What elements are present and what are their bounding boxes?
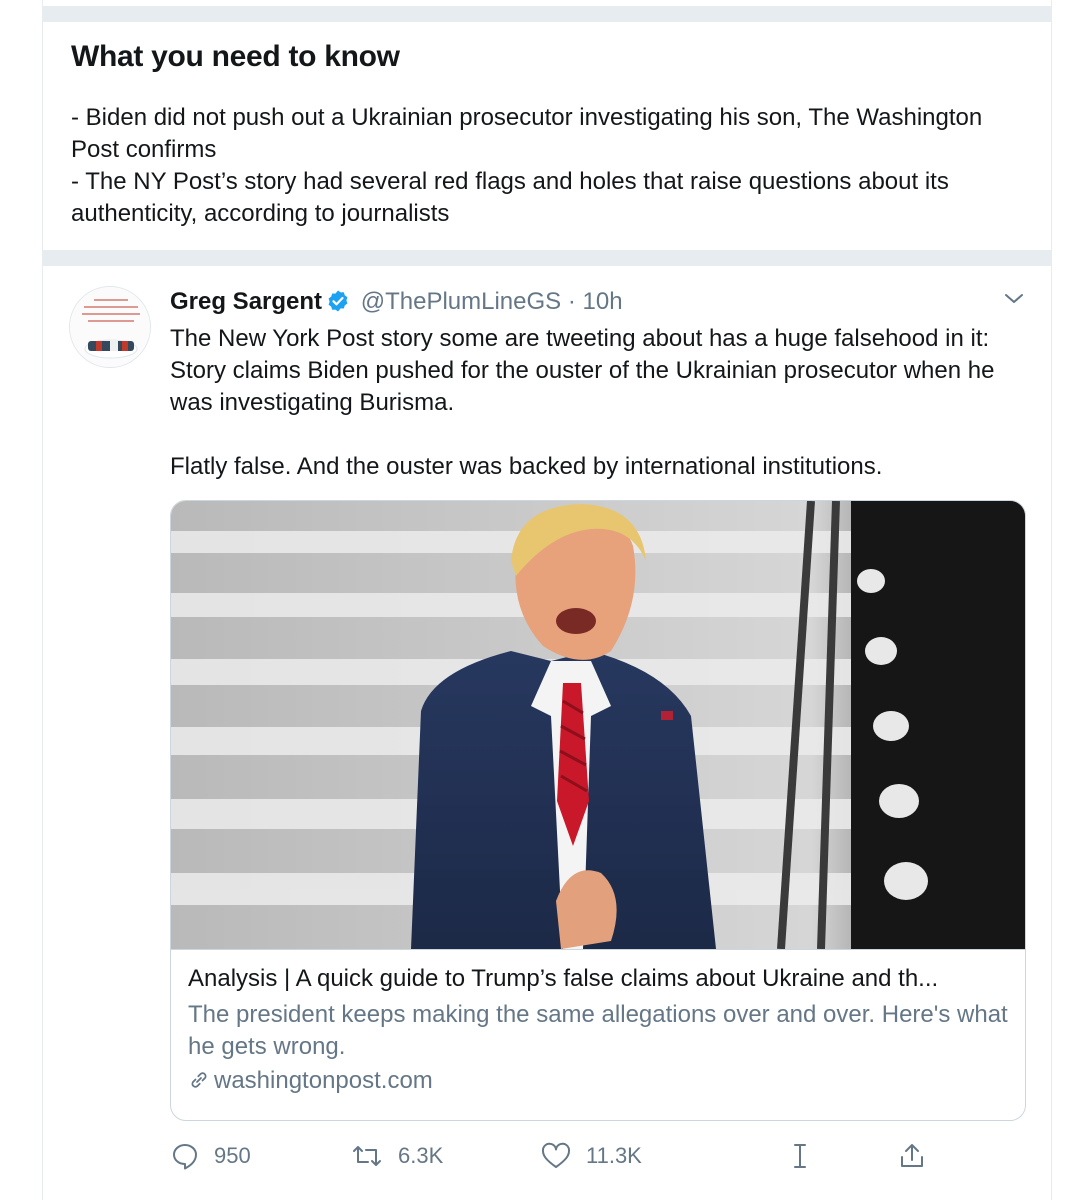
share-icon [901, 1144, 923, 1167]
card-description: The president keeps making the same alle… [188, 1001, 1008, 1060]
context-bullets: - Biden did not push out a Ukrainian pro… [71, 102, 1031, 230]
card-domain: washingtonpost.com [188, 1065, 1008, 1097]
card-image [171, 501, 1025, 950]
verified-badge-icon [326, 289, 350, 322]
avatar[interactable] [69, 286, 151, 368]
card-title: Analysis | A quick guide to Trump’s fals… [188, 965, 939, 992]
link-icon [188, 1067, 214, 1094]
card-text: Analysis | A quick guide to Trump’s fals… [188, 963, 1008, 1097]
tweet-actions: 950 6.3K 11.3K [170, 1134, 1030, 1178]
retweet-icon [353, 1146, 381, 1166]
author-name[interactable]: Greg Sargent [170, 288, 322, 315]
tweet-timestamp[interactable]: 10h [583, 288, 623, 315]
text-cursor-icon [794, 1144, 806, 1168]
heart-icon [541, 1142, 571, 1168]
chevron-down-icon[interactable] [1001, 286, 1027, 312]
retweet-count: 6.3K [398, 1143, 444, 1168]
text-cursor-button[interactable] [790, 1134, 824, 1178]
tweet-header: Greg Sargent @ThePlumLineGS · 10h [170, 286, 623, 322]
context-panel: What you need to know - Biden did not pu… [71, 40, 1031, 230]
like-count: 11.3K [586, 1143, 642, 1168]
context-bullet: - Biden did not push out a Ukrainian pro… [71, 104, 983, 163]
context-bullet: - The NY Post’s story had several red fl… [71, 168, 949, 227]
like-button[interactable]: 11.3K [540, 1134, 642, 1178]
context-heading: What you need to know [71, 40, 400, 73]
retweet-button[interactable]: 6.3K [350, 1134, 443, 1178]
reply-count: 950 [214, 1143, 251, 1168]
reply-button[interactable]: 950 [170, 1134, 251, 1178]
author-handle[interactable]: @ThePlumLineGS [361, 288, 561, 315]
tweet-text: The New York Post story some are tweetin… [170, 325, 995, 480]
share-button[interactable] [897, 1134, 941, 1178]
header-separator: · [567, 288, 576, 315]
link-card[interactable]: Analysis | A quick guide to Trump’s fals… [170, 500, 1026, 1121]
timeline-column: What you need to know - Biden did not pu… [42, 0, 1052, 1200]
reply-icon [173, 1144, 197, 1170]
section-divider [43, 250, 1051, 266]
card-domain-text: washingtonpost.com [214, 1067, 433, 1094]
avatar-book-cover [70, 287, 150, 367]
top-divider [43, 6, 1051, 22]
